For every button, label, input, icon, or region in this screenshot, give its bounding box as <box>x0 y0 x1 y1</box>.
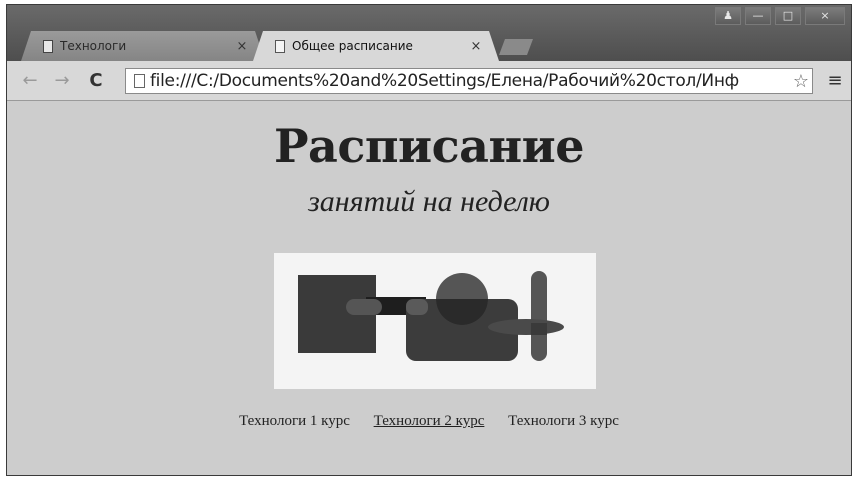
browser-window: Технологи × Общее расписание × ♟ — □ × ←… <box>6 4 852 476</box>
page-title: Расписание <box>273 119 585 173</box>
tab-close-icon[interactable]: × <box>467 39 485 54</box>
browser-toolbar: ← → C file:///C:/Documents%20and%20Setti… <box>7 61 851 101</box>
document-icon <box>275 40 285 53</box>
title-bar: Технологи × Общее расписание × ♟ — □ × <box>7 5 851 61</box>
course-links: Технологи 1 курс Технологи 2 курс Технол… <box>7 413 851 430</box>
small-capsule-shape <box>406 299 428 315</box>
link-course-2[interactable]: Технологи 2 курс <box>374 413 485 429</box>
document-icon <box>43 40 53 53</box>
tab-close-icon[interactable]: × <box>233 39 251 54</box>
maximize-button[interactable]: □ <box>775 7 801 25</box>
window-controls: ♟ — □ × <box>715 7 845 25</box>
decorative-image <box>274 253 596 389</box>
minimize-button[interactable]: — <box>745 7 771 25</box>
new-tab-button[interactable] <box>499 39 533 55</box>
page-subtitle: занятий на неделю <box>308 185 550 218</box>
link-course-3[interactable]: Технологи 3 курс <box>508 413 619 429</box>
tab-general-schedule[interactable]: Общее расписание × <box>253 31 499 61</box>
reload-button[interactable]: C <box>85 70 107 92</box>
url-text[interactable]: file:///C:/Documents%20and%20Settings/Ел… <box>150 71 790 91</box>
tab-tekhnologi[interactable]: Технологи × <box>21 31 265 61</box>
user-icon[interactable]: ♟ <box>715 7 741 25</box>
abstract-shapes-graphic <box>298 271 564 361</box>
menu-icon[interactable]: ≡ <box>825 71 845 91</box>
bookmark-star-icon[interactable]: ☆ <box>790 71 812 92</box>
overlap-shape <box>531 323 547 335</box>
address-bar[interactable]: file:///C:/Documents%20and%20Settings/Ел… <box>125 68 813 94</box>
back-button[interactable]: ← <box>19 70 41 92</box>
page-icon <box>134 74 145 88</box>
forward-button[interactable]: → <box>51 70 73 92</box>
tab-title: Общее расписание <box>292 39 413 53</box>
close-window-button[interactable]: × <box>805 7 845 25</box>
vertical-pill-shape <box>531 271 547 361</box>
capsule-shape <box>346 299 382 315</box>
tab-title: Технологи <box>60 39 127 53</box>
ellipse-shape <box>488 319 564 335</box>
page-content: Расписание занятий на неделю Технологи 1… <box>7 101 851 475</box>
link-course-1[interactable]: Технологи 1 курс <box>239 413 350 429</box>
